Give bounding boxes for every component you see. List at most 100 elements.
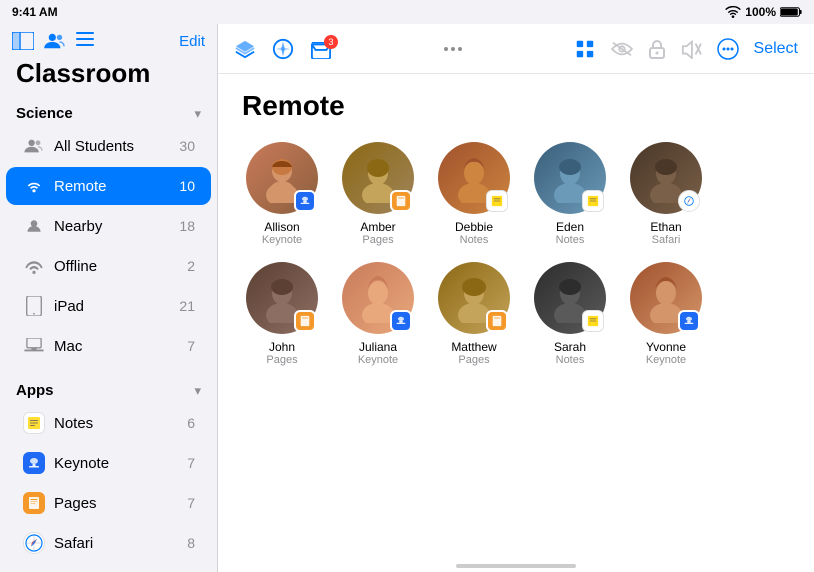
keynote-label: Keynote <box>54 455 187 472</box>
student-item-ethan[interactable]: Ethan Safari <box>626 142 706 246</box>
student-app-sarah: Notes <box>556 354 585 366</box>
nearby-label: Nearby <box>54 218 179 235</box>
sidebar-item-ipad[interactable]: iPad 21 <box>6 287 211 325</box>
student-item-john[interactable]: John Pages <box>242 262 322 366</box>
student-item-matthew[interactable]: Matthew Pages <box>434 262 514 366</box>
sidebar-item-nearby[interactable]: Nearby 18 <box>6 207 211 245</box>
grid-button[interactable] <box>574 38 596 60</box>
eye-slash-button[interactable] <box>610 40 634 58</box>
lock-button[interactable] <box>648 38 666 60</box>
toolbar-dots <box>444 47 462 51</box>
select-button[interactable]: Select <box>754 40 798 58</box>
wifi-icon <box>725 6 741 18</box>
student-app-juliana: Keynote <box>358 354 398 366</box>
sidebar-item-mac[interactable]: Mac 7 <box>6 327 211 365</box>
avatar-container-sarah <box>534 262 606 334</box>
student-name-eden: Eden <box>556 220 584 234</box>
student-item-sarah[interactable]: Sarah Notes <box>530 262 610 366</box>
main-content: 3 <box>218 24 814 572</box>
safari-label: Safari <box>54 535 187 552</box>
student-grid: Allison Keynote <box>242 142 790 366</box>
apps-section-title: Apps <box>16 382 54 399</box>
people-icon[interactable] <box>44 32 66 50</box>
badge-keynote-juliana <box>390 310 412 332</box>
safari-count: 8 <box>187 535 195 551</box>
status-right-icons: 100% <box>725 5 802 19</box>
toolbar-right: Select <box>574 37 798 61</box>
status-bar: 9:41 AM 100% <box>0 0 814 24</box>
student-item-yvonne[interactable]: Yvonne Keynote <box>626 262 706 366</box>
student-name-juliana: Juliana <box>359 340 397 354</box>
student-item-juliana[interactable]: Juliana Keynote <box>338 262 418 366</box>
avatar-container-allison <box>246 142 318 214</box>
student-app-amber: Pages <box>362 234 393 246</box>
notes-label: Notes <box>54 415 187 432</box>
nearby-count: 18 <box>179 218 195 234</box>
sidebar-item-notes[interactable]: Notes 6 <box>6 404 211 442</box>
offline-label: Offline <box>54 258 187 275</box>
notes-app-icon <box>22 411 46 435</box>
menu-icon[interactable] <box>76 32 94 46</box>
avatar-container-ethan <box>630 142 702 214</box>
home-indicator <box>218 552 814 572</box>
sidebar-toggle-icon[interactable] <box>12 32 34 50</box>
sidebar-item-remote[interactable]: Remote 10 <box>6 167 211 205</box>
toolbar: 3 <box>218 24 814 74</box>
inbox-badge: 3 <box>324 35 338 49</box>
sidebar-title: Classroom <box>0 54 217 97</box>
speaker-slash-button[interactable] <box>680 39 702 59</box>
status-time: 9:41 AM <box>12 5 58 19</box>
student-app-allison: Keynote <box>262 234 302 246</box>
inbox-button[interactable]: 3 <box>310 39 332 59</box>
student-app-yvonne: Keynote <box>646 354 686 366</box>
sidebar-item-all-students[interactable]: All Students 30 <box>6 127 211 165</box>
layers-button[interactable] <box>234 39 256 59</box>
student-app-eden: Notes <box>556 234 585 246</box>
dot3 <box>458 47 462 51</box>
badge-pages-amber <box>390 190 412 212</box>
compass-button[interactable] <box>272 38 294 60</box>
pages-app-icon <box>22 491 46 515</box>
avatar-container-matthew <box>438 262 510 334</box>
sidebar-item-offline[interactable]: Offline 2 <box>6 247 211 285</box>
edit-button[interactable]: Edit <box>179 33 205 50</box>
avatar-container-juliana <box>342 262 414 334</box>
student-name-ethan: Ethan <box>650 220 681 234</box>
science-section-title: Science <box>16 105 73 122</box>
pages-count: 7 <box>187 495 195 511</box>
badge-pages-john <box>294 310 316 332</box>
student-name-yvonne: Yvonne <box>646 340 686 354</box>
sidebar-item-pages[interactable]: Pages 7 <box>6 484 211 522</box>
sidebar-item-keynote[interactable]: Keynote 7 <box>6 444 211 482</box>
content-area: Remote <box>218 74 814 552</box>
student-name-debbie: Debbie <box>455 220 493 234</box>
battery-icon <box>780 6 802 18</box>
mac-icon <box>22 334 46 358</box>
sidebar-item-safari[interactable]: Safari 8 <box>6 524 211 562</box>
ipad-icon <box>22 294 46 318</box>
student-name-sarah: Sarah <box>554 340 586 354</box>
toolbar-left: 3 <box>234 38 332 60</box>
student-app-john: Pages <box>266 354 297 366</box>
remote-label: Remote <box>54 178 179 195</box>
badge-keynote-yvonne <box>678 310 700 332</box>
ipad-label: iPad <box>54 298 179 315</box>
apps-chevron-icon[interactable]: ▾ <box>194 383 201 399</box>
keynote-app-icon <box>22 451 46 475</box>
science-section-header: Science ▾ <box>0 97 217 126</box>
apps-section-header: Apps ▾ <box>0 374 217 403</box>
student-item-debbie[interactable]: Debbie Notes <box>434 142 514 246</box>
mac-label: Mac <box>54 338 187 355</box>
pages-label: Pages <box>54 495 187 512</box>
battery-text: 100% <box>745 5 776 19</box>
notes-count: 6 <box>187 415 195 431</box>
student-item-allison[interactable]: Allison Keynote <box>242 142 322 246</box>
student-item-eden[interactable]: Eden Notes <box>530 142 610 246</box>
science-chevron-icon[interactable]: ▾ <box>194 106 201 122</box>
student-name-allison: Allison <box>264 220 299 234</box>
badge-pages-matthew <box>486 310 508 332</box>
more-button[interactable] <box>716 37 740 61</box>
home-bar <box>456 564 576 568</box>
student-item-amber[interactable]: Amber Pages <box>338 142 418 246</box>
student-app-ethan: Safari <box>652 234 681 246</box>
